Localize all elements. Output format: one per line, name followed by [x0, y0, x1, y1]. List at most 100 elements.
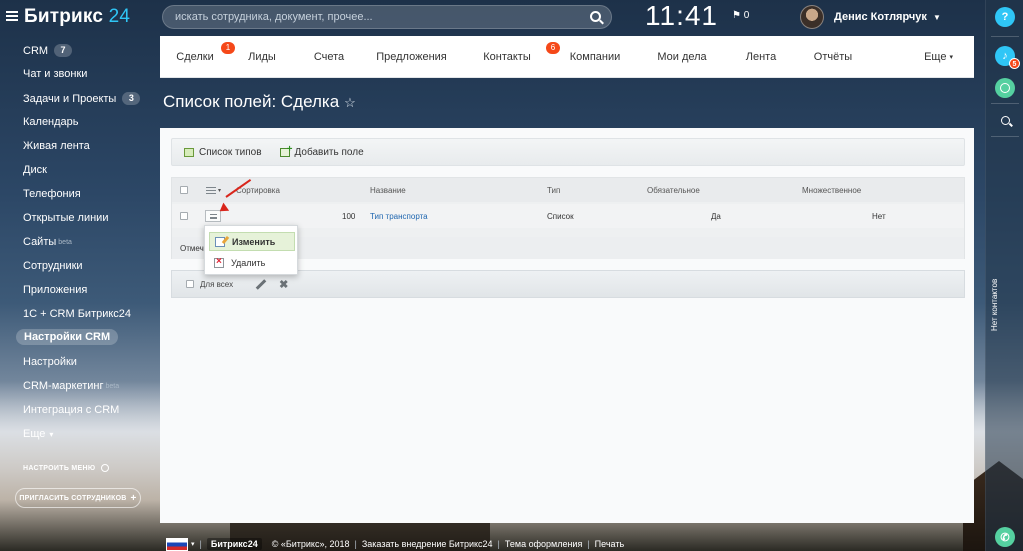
phone-icon: ✆: [1000, 531, 1010, 544]
column-name[interactable]: Название: [370, 178, 406, 202]
footer-logo[interactable]: Битрикс24: [206, 538, 262, 550]
row-context-menu: Изменить Удалить: [204, 225, 298, 275]
tab-more[interactable]: Еще ▾: [873, 36, 973, 78]
sidebar-item-tasks[interactable]: Задачи и Проекты 3: [23, 92, 141, 105]
menu-item-delete[interactable]: Удалить: [209, 253, 295, 272]
counter-badge: 3: [122, 92, 141, 105]
tab-invoices[interactable]: Счета: [294, 36, 364, 78]
sidebar-item-open-lines[interactable]: Открытые линии: [23, 212, 108, 224]
chevron-down-icon: ▾: [49, 429, 54, 439]
edit-icon[interactable]: [255, 278, 267, 290]
recent-contacts-label: Нет контактов: [990, 278, 999, 332]
star-icon[interactable]: ☆: [344, 95, 356, 110]
gear-icon: [101, 464, 110, 472]
page-title: Список полей: Сделка ☆: [163, 92, 356, 111]
sidebar-item-sites[interactable]: Сайты beta: [23, 236, 72, 248]
cell-type: Список: [547, 211, 574, 221]
copyright: © «Битрикс», 2018: [271, 539, 350, 549]
tab-leads[interactable]: Лиды: [230, 36, 294, 78]
user-menu[interactable]: Денис Котлярчук ▼: [800, 4, 941, 30]
sidebar-item-disk[interactable]: Диск: [23, 164, 47, 176]
search-icon: [1000, 115, 1010, 125]
columns-menu-icon[interactable]: ▾: [206, 178, 221, 202]
cell-name-link[interactable]: Тип транспорта: [370, 204, 428, 228]
invite-employees-button[interactable]: ПРИГЛАСИТЬ СОТРУДНИКОВ +: [15, 488, 141, 508]
bell-icon: ♪: [1002, 50, 1008, 62]
sidebar-item-employees[interactable]: Сотрудники: [23, 260, 83, 272]
sidebar-item-crm-settings[interactable]: Настройки CRM: [16, 329, 119, 345]
workarea: Список типов Добавить поле ▾ Сортировка …: [160, 128, 974, 523]
delete-icon: [214, 256, 224, 268]
chat-icon: [1000, 83, 1010, 93]
column-sort[interactable]: Сортировка: [236, 178, 280, 202]
logo[interactable]: Битрикс 24: [24, 6, 130, 28]
sidebar-item-telephony[interactable]: Телефония: [23, 188, 81, 200]
help-button[interactable]: ?: [995, 7, 1015, 27]
add-icon: [279, 144, 293, 157]
tab-companies[interactable]: Компании: [555, 36, 635, 78]
flag-counter[interactable]: ⚑ 0: [732, 10, 749, 21]
menu-lines-icon: [209, 213, 217, 219]
print-link[interactable]: Печать: [595, 539, 624, 549]
notification-badge: 5: [1009, 58, 1020, 69]
tab-reports[interactable]: Отчёты: [793, 36, 873, 78]
search-icon[interactable]: [590, 11, 601, 22]
sidebar-item-apps[interactable]: Приложения: [23, 284, 87, 296]
menu-item-edit[interactable]: Изменить: [209, 232, 295, 251]
plus-icon: +: [130, 492, 137, 504]
order-implementation-link[interactable]: Заказать внедрение Битрикс24: [362, 539, 493, 549]
search-panel-button[interactable]: [995, 110, 1015, 130]
divider: [991, 36, 1019, 37]
tab-contacts[interactable]: Контакты 6: [459, 36, 560, 78]
top-bar: Битрикс 24 11:41 ⚑ 0 Денис Котлярчук ▼: [0, 0, 985, 34]
column-type[interactable]: Тип: [547, 178, 560, 202]
chat-button[interactable]: [995, 78, 1015, 98]
sidebar-item-crm[interactable]: CRM 7: [23, 44, 73, 57]
sidebar-item-crm-marketing[interactable]: CRM-маркетинг beta: [23, 380, 119, 392]
add-field-button[interactable]: Добавить поле: [279, 144, 364, 158]
tab-quotes[interactable]: Предложения: [364, 36, 459, 78]
column-multiple[interactable]: Множественное: [802, 178, 861, 202]
tab-my-activities[interactable]: Мои дела: [635, 36, 729, 78]
edit-icon: [215, 236, 225, 247]
language-flag-icon[interactable]: [166, 537, 188, 551]
for-all-label: Для всех: [200, 279, 234, 289]
setup-menu-button[interactable]: НАСТРОИТЬ МЕНЮ: [23, 464, 110, 472]
list-icon: [184, 147, 194, 157]
menu-burger-icon[interactable]: [6, 11, 18, 21]
grid-header: ▾ Сортировка Название Тип Обязательное М…: [172, 178, 964, 202]
sidebar-item-settings[interactable]: Настройки: [23, 356, 77, 368]
chevron-down-icon: ▾: [949, 53, 953, 61]
clock[interactable]: 11:41: [645, 0, 718, 32]
search-input[interactable]: [163, 6, 583, 28]
theme-link[interactable]: Тема оформления: [505, 539, 582, 549]
for-all-checkbox[interactable]: [186, 280, 194, 288]
counter-badge: 7: [54, 44, 73, 57]
cell-multiple: Нет: [872, 211, 886, 221]
column-required[interactable]: Обязательное: [647, 178, 700, 202]
tab-deals[interactable]: Сделки 1: [160, 36, 235, 78]
sidebar-item-more[interactable]: Еще ▾: [23, 428, 53, 440]
chevron-down-icon[interactable]: ▼: [933, 13, 941, 22]
sidebar-item-calendar[interactable]: Календарь: [23, 116, 79, 128]
cell-required: Да: [711, 211, 721, 221]
user-name[interactable]: Денис Котлярчук: [834, 11, 927, 23]
avatar[interactable]: [800, 5, 824, 29]
page-footer: ▾ | Битрикс24 © «Битрикс», 2018 | Заказа…: [160, 537, 660, 551]
row-checkbox[interactable]: [180, 204, 188, 228]
toolbar: Список типов Добавить поле: [171, 138, 965, 166]
delete-icon[interactable]: ✖: [279, 278, 288, 291]
sidebar-item-feed[interactable]: Живая лента: [23, 140, 90, 152]
crm-tabs: Сделки 1 Лиды Счета Предложения Контакты 6…: [160, 36, 974, 78]
tab-feed[interactable]: Лента: [729, 36, 793, 78]
notifications-button[interactable]: ♪ 5: [995, 46, 1020, 69]
divider: [991, 103, 1019, 104]
sidebar-item-chat[interactable]: Чат и звонки: [23, 68, 87, 80]
select-all-checkbox[interactable]: [180, 178, 188, 202]
chevron-down-icon[interactable]: ▾: [191, 540, 195, 548]
search-box[interactable]: [162, 5, 612, 29]
sidebar-item-crm-integration[interactable]: Интеграция с CRM: [23, 404, 119, 416]
phone-button[interactable]: ✆: [995, 527, 1015, 547]
sidebar-item-1c-crm[interactable]: 1С + CRM Битрикс24: [23, 308, 131, 320]
type-list-button[interactable]: Список типов: [184, 147, 262, 158]
